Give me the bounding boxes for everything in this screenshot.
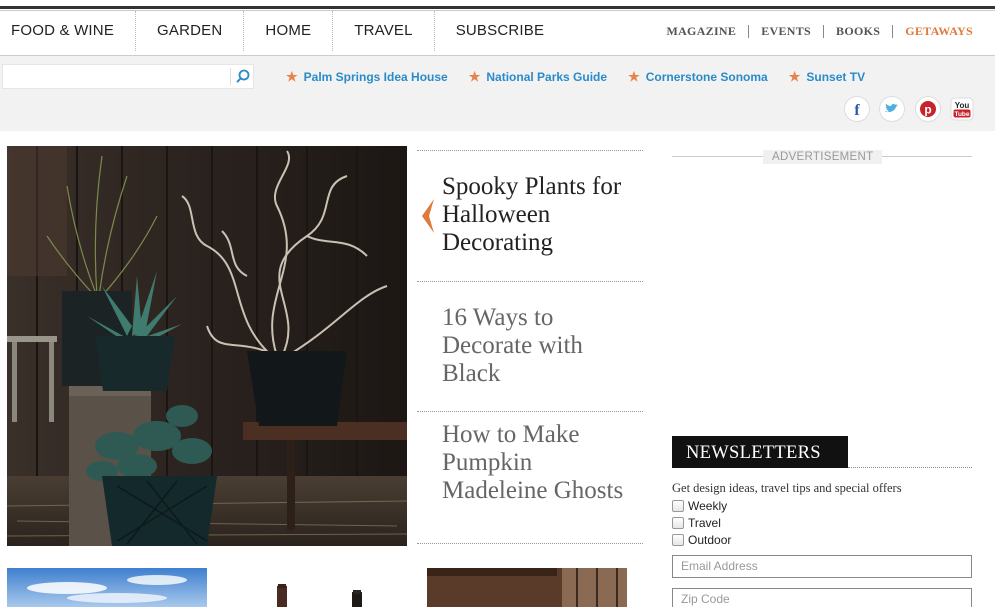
featured-link-label: Cornerstone Sonoma	[645, 70, 768, 84]
svg-text:Tube: Tube	[954, 111, 969, 118]
svg-text:You: You	[955, 101, 970, 110]
headline-link[interactable]: 16 Ways to Decorate with Black	[442, 304, 632, 388]
star-icon: ★	[468, 69, 481, 84]
featured-link-label: Palm Springs Idea House	[303, 70, 448, 84]
spooky-plants-illustration	[7, 146, 407, 546]
main-nav: FOOD & WINE GARDEN HOME TRAVEL SUBSCRIBE	[0, 11, 565, 55]
svg-text:f: f	[854, 102, 860, 119]
featured-links: ★ Palm Springs Idea House ★ National Parks…	[286, 69, 886, 85]
hero-image[interactable]	[7, 146, 407, 546]
star-icon: ★	[788, 69, 801, 84]
newsletter-divider	[848, 467, 972, 468]
newsletter-description: Get design ideas, travel tips and specia…	[672, 481, 902, 495]
option-label: Outdoor	[688, 533, 732, 547]
search-icon	[236, 69, 250, 83]
facebook-icon[interactable]: f	[844, 96, 870, 122]
nav-home[interactable]: HOME	[244, 11, 334, 51]
chevron-left-icon	[422, 199, 434, 233]
checkbox[interactable]	[672, 517, 684, 529]
featured-link-label: National Parks Guide	[486, 70, 608, 84]
search-separator	[230, 68, 231, 85]
newsletter-title: NEWSLETTERS	[672, 436, 848, 468]
search-input[interactable]	[3, 65, 229, 88]
secondary-nav: MAGAZINE EVENTS BOOKS GETAWAYS	[654, 11, 973, 51]
pinterest-icon[interactable]: p	[915, 96, 941, 122]
nav-getaways[interactable]: GETAWAYS	[893, 24, 973, 38]
headline-link[interactable]: How to Make Pumpkin Madeleine Ghosts	[442, 421, 632, 505]
newsletter-option-travel[interactable]: Travel	[672, 516, 721, 530]
featured-link[interactable]: ★ Sunset TV	[788, 69, 866, 85]
checkbox[interactable]	[672, 500, 684, 512]
option-label: Travel	[688, 516, 721, 530]
thumbnail-wine-bottles[interactable]	[217, 568, 417, 607]
option-label: Weekly	[688, 499, 728, 513]
headline-divider	[417, 281, 643, 282]
featured-link-label: Sunset TV	[806, 70, 866, 84]
featured-link[interactable]: ★ Cornerstone Sonoma	[628, 69, 768, 85]
featured-link[interactable]: ★ National Parks Guide	[468, 69, 608, 85]
youtube-icon[interactable]: You Tube	[949, 96, 975, 122]
headline-divider	[417, 543, 643, 544]
zip-code-field[interactable]: Zip Code	[672, 588, 972, 607]
nav-garden[interactable]: GARDEN	[136, 11, 245, 51]
top-rule	[0, 6, 995, 9]
email-field[interactable]: Email Address	[672, 555, 972, 578]
thumbnail-interior[interactable]	[427, 568, 627, 607]
nav-magazine[interactable]: MAGAZINE	[654, 24, 750, 38]
headline-divider	[417, 411, 643, 412]
nav-subscribe[interactable]: SUBSCRIBE	[435, 11, 566, 51]
newsletter-option-outdoor[interactable]: Outdoor	[672, 533, 731, 547]
nav-travel[interactable]: TRAVEL	[333, 11, 435, 51]
nav-food-wine[interactable]: FOOD & WINE	[0, 11, 137, 51]
star-icon: ★	[286, 69, 298, 84]
headline-link[interactable]: Spooky Plants for Halloween Decorating	[442, 173, 632, 257]
svg-text:p: p	[924, 103, 931, 117]
nav-books[interactable]: BOOKS	[824, 24, 894, 38]
search-box	[2, 64, 254, 89]
featured-link[interactable]: ★ Palm Springs Idea House	[286, 69, 448, 85]
search-button[interactable]	[232, 65, 254, 88]
star-icon: ★	[628, 69, 640, 84]
checkbox[interactable]	[672, 534, 684, 546]
advertisement-label: ADVERTISEMENT	[763, 150, 883, 164]
newsletter-option-weekly[interactable]: Weekly	[672, 499, 727, 513]
nav-events[interactable]: EVENTS	[749, 24, 825, 38]
twitter-icon[interactable]	[879, 96, 905, 122]
thumbnail-sky[interactable]	[7, 568, 207, 607]
headline-divider	[417, 150, 643, 151]
